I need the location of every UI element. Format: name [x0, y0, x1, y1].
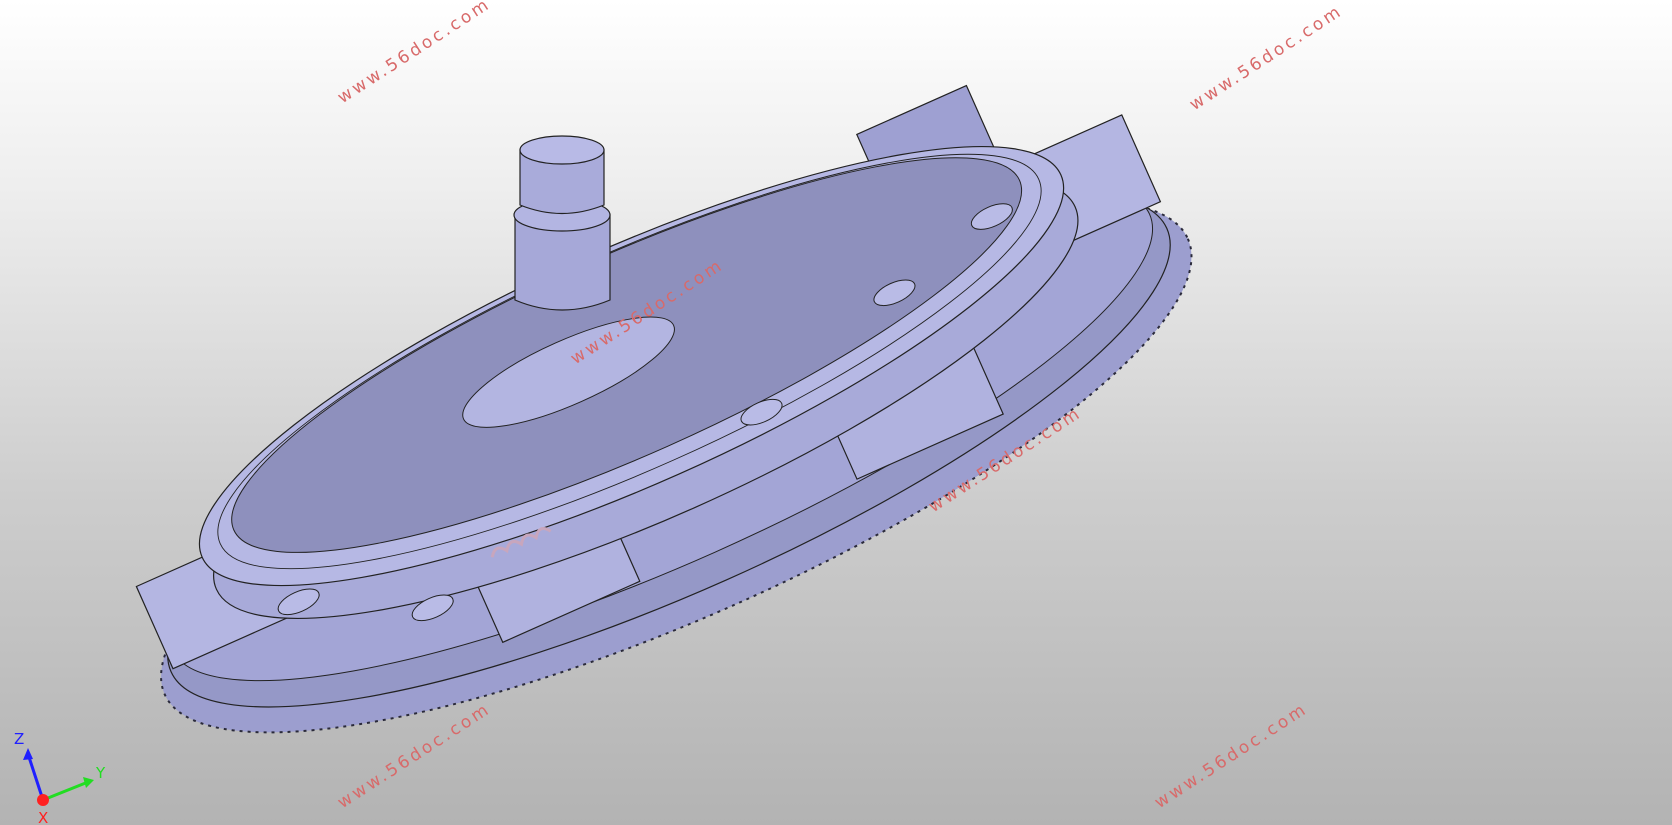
cad-3d-viewport[interactable]: www.56doc.com www.56doc.com www.56doc.co… — [0, 0, 1672, 825]
x-axis-dot — [37, 794, 49, 806]
x-axis-label: X — [38, 809, 48, 825]
axis-triad: Z Y X — [14, 730, 106, 825]
y-axis-line — [42, 780, 89, 802]
z-axis-line — [26, 753, 45, 801]
gear-assembly-model[interactable] — [0, 0, 1672, 825]
y-axis-arrow — [83, 777, 94, 788]
shaft-top-face — [519, 135, 605, 165]
z-axis-arrow — [23, 748, 33, 760]
output-shaft — [513, 135, 611, 311]
y-axis-label: Y — [95, 764, 106, 782]
z-axis-label: Z — [14, 730, 24, 748]
